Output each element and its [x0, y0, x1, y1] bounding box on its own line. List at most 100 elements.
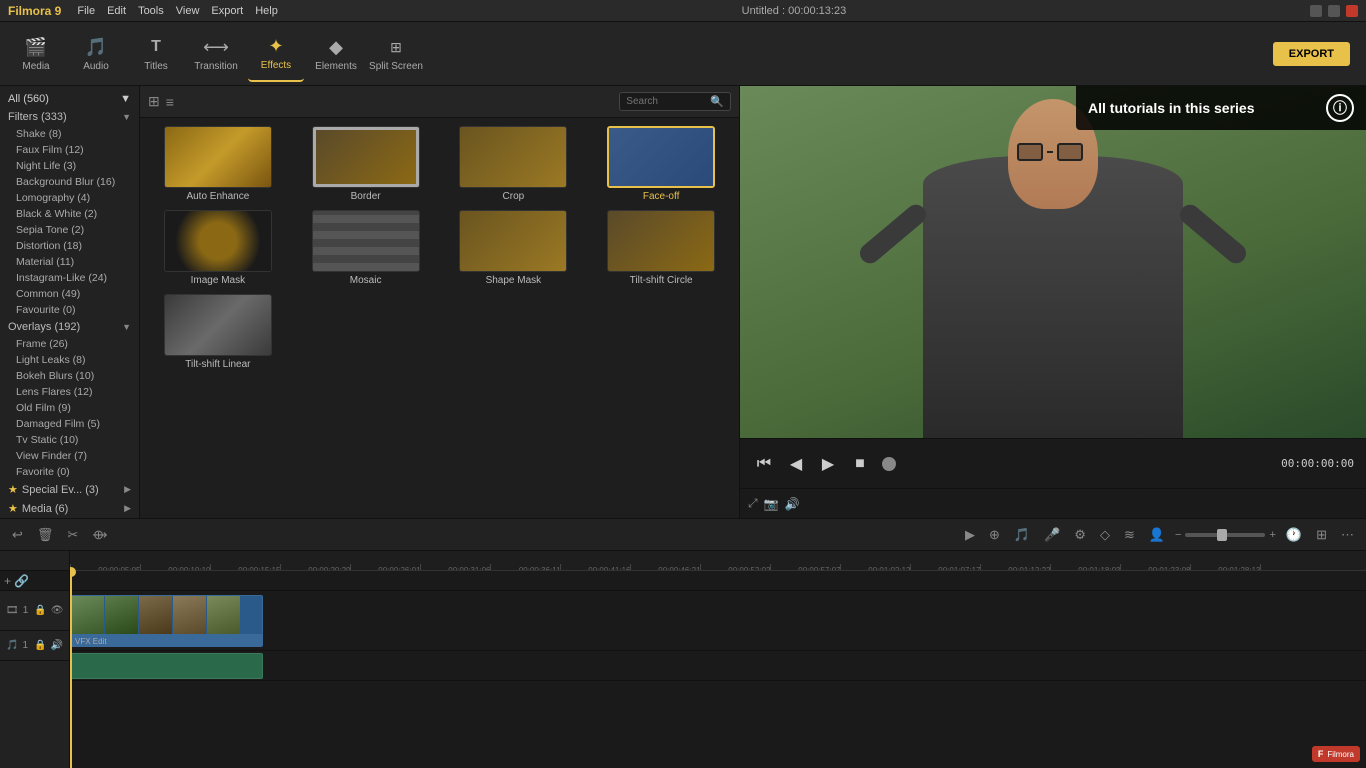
- sidebar-item-material[interactable]: Material (11): [0, 254, 139, 270]
- video-clip[interactable]: VFX Edit: [70, 595, 263, 647]
- snapshot-button[interactable]: [882, 457, 896, 471]
- timeline-content: + 🔗 🎞 1 🔒 👁 🎵 1 🔒 🔊 00:00:00:00: [0, 551, 1366, 768]
- split-button[interactable]: ⟴: [88, 525, 111, 545]
- search-input[interactable]: [626, 96, 706, 107]
- snap-button[interactable]: ⊕: [985, 525, 1004, 545]
- sidebar-item-frame[interactable]: Frame (26): [0, 336, 139, 352]
- sidebar-item-favourite[interactable]: Favourite (0): [0, 302, 139, 318]
- link-icon[interactable]: 🔗: [14, 574, 29, 588]
- effect-auto-enhance[interactable]: Auto Enhance: [148, 126, 288, 202]
- play-button[interactable]: ▶: [816, 452, 840, 476]
- clip-bottom-bar: VFX Edit: [71, 634, 262, 647]
- sidebar-special-header[interactable]: ★ Special Ev... (3) ▶: [0, 480, 139, 499]
- sidebar-item-light-leaks[interactable]: Light Leaks (8): [0, 352, 139, 368]
- effect-shape-mask[interactable]: Shape Mask: [444, 210, 584, 286]
- keyframe-button[interactable]: ◇: [1096, 525, 1114, 545]
- media-icon: 🎬: [24, 35, 48, 59]
- stop-button[interactable]: ■: [848, 452, 872, 476]
- audio-lock-icon[interactable]: 🔒: [34, 640, 46, 651]
- add-media-icon[interactable]: +: [4, 574, 11, 588]
- effect-border[interactable]: Border: [296, 126, 436, 202]
- toolbar-split-screen[interactable]: ⊞ Split Screen: [368, 26, 424, 82]
- sidebar-filters-header[interactable]: Filters (333) ▼: [0, 108, 139, 126]
- sidebar-item-bokeh[interactable]: Bokeh Blurs (10): [0, 368, 139, 384]
- zoom-slider[interactable]: [1185, 533, 1265, 537]
- audio-clip[interactable]: [70, 653, 263, 679]
- sidebar-item-bg-blur[interactable]: Background Blur (16): [0, 174, 139, 190]
- sidebar: All (560) ▼ Filters (333) ▼ Shake (8) Fa…: [0, 86, 140, 518]
- sidebar-overlays-header[interactable]: Overlays (192) ▼: [0, 318, 139, 336]
- sidebar-item-instagram[interactable]: Instagram-Like (24): [0, 270, 139, 286]
- toolbar-media[interactable]: 🎬 Media: [8, 26, 64, 82]
- menu-help[interactable]: Help: [255, 5, 278, 17]
- export-button[interactable]: EXPORT: [1273, 42, 1350, 66]
- cut-button[interactable]: ✂: [63, 525, 82, 545]
- effect-face-off[interactable]: Face-off: [591, 126, 731, 202]
- sidebar-item-night-life[interactable]: Night Life (3): [0, 158, 139, 174]
- go-start-button[interactable]: ⏮: [752, 452, 776, 476]
- zoom-in-icon[interactable]: +: [1269, 529, 1275, 541]
- menu-file[interactable]: File: [77, 5, 95, 17]
- settings-tl-button[interactable]: ⚙: [1070, 525, 1090, 545]
- lock-icon[interactable]: 🔒: [34, 605, 46, 616]
- undo-button[interactable]: ↩: [8, 525, 27, 545]
- fullscreen-icon[interactable]: ⤢: [748, 496, 758, 511]
- sidebar-item-damaged-film[interactable]: Damaged Film (5): [0, 416, 139, 432]
- toolbar-elements[interactable]: ◆ Elements: [308, 26, 364, 82]
- sidebar-item-tv-static[interactable]: Tv Static (10): [0, 432, 139, 448]
- eye-icon[interactable]: 👁: [51, 605, 64, 616]
- sidebar-item-bw[interactable]: Black & White (2): [0, 206, 139, 222]
- close-btn[interactable]: [1346, 5, 1358, 17]
- info-button[interactable]: ⓘ: [1326, 94, 1354, 122]
- voice-button[interactable]: 🎤: [1040, 525, 1064, 545]
- layout-icon[interactable]: ⊞: [1312, 525, 1331, 545]
- minimize-btn[interactable]: [1310, 5, 1322, 17]
- audio-icon: 🎵: [84, 35, 108, 59]
- effect-thumb-crop: [459, 126, 567, 188]
- sidebar-media-header[interactable]: ★ Media (6) ▶: [0, 499, 139, 518]
- play-backward-button[interactable]: ◀: [784, 452, 808, 476]
- sidebar-item-view-finder[interactable]: View Finder (7): [0, 448, 139, 464]
- effect-tilt-shift-linear[interactable]: Tilt-shift Linear: [148, 294, 288, 370]
- main-toolbar: 🎬 Media 🎵 Audio T Titles ⟷ Transition ✦ …: [0, 22, 1366, 86]
- camera-icon[interactable]: 📷: [764, 497, 779, 511]
- toolbar-transition[interactable]: ⟷ Transition: [188, 26, 244, 82]
- menu-export[interactable]: Export: [211, 5, 243, 17]
- sidebar-item-shake[interactable]: Shake (8): [0, 126, 139, 142]
- sidebar-item-faux-film[interactable]: Faux Film (12): [0, 142, 139, 158]
- sidebar-item-lomography[interactable]: Lomography (4): [0, 190, 139, 206]
- effect-image-mask[interactable]: Image Mask: [148, 210, 288, 286]
- volume-icon[interactable]: 🔊: [50, 640, 62, 651]
- effect-crop[interactable]: Crop: [444, 126, 584, 202]
- effect-tilt-shift-circle[interactable]: Tilt-shift Circle: [591, 210, 731, 286]
- maximize-btn[interactable]: [1328, 5, 1340, 17]
- more-tl-icon[interactable]: ⋯: [1337, 525, 1358, 545]
- motion-track-button[interactable]: ≋: [1120, 525, 1139, 545]
- grid-view-icon[interactable]: ⊞: [148, 93, 160, 110]
- delete-button[interactable]: 🗑: [33, 525, 58, 545]
- list-view-icon[interactable]: ≡: [166, 94, 174, 110]
- toolbar-audio[interactable]: 🎵 Audio: [68, 26, 124, 82]
- toolbar-effects[interactable]: ✦ Effects: [248, 26, 304, 82]
- audio-preview-icon[interactable]: 🔊: [785, 497, 800, 511]
- video-track-label: 🎞 1 🔒 👁: [0, 591, 69, 631]
- audio-tl-button[interactable]: 🎵: [1010, 525, 1034, 545]
- sidebar-item-distortion[interactable]: Distortion (18): [0, 238, 139, 254]
- effect-mosaic[interactable]: Mosaic: [296, 210, 436, 286]
- time-display: 00:00:00:00: [1281, 457, 1354, 470]
- sidebar-all[interactable]: All (560) ▼: [0, 90, 139, 108]
- clock-icon[interactable]: 🕐: [1282, 525, 1306, 545]
- play-tl-button[interactable]: ▶: [961, 525, 979, 545]
- sidebar-item-sepia[interactable]: Sepia Tone (2): [0, 222, 139, 238]
- zoom-out-icon[interactable]: −: [1175, 529, 1181, 541]
- sidebar-item-old-film[interactable]: Old Film (9): [0, 400, 139, 416]
- sidebar-item-common[interactable]: Common (49): [0, 286, 139, 302]
- menu-edit[interactable]: Edit: [107, 5, 126, 17]
- sidebar-item-overlay-fav[interactable]: Favorite (0): [0, 464, 139, 480]
- zoom-control: − +: [1175, 529, 1276, 541]
- toolbar-titles[interactable]: T Titles: [128, 26, 184, 82]
- menu-tools[interactable]: Tools: [138, 5, 164, 17]
- menu-view[interactable]: View: [176, 5, 200, 17]
- sidebar-item-lens-flares[interactable]: Lens Flares (12): [0, 384, 139, 400]
- ai-portrait-button[interactable]: 👤: [1145, 525, 1169, 545]
